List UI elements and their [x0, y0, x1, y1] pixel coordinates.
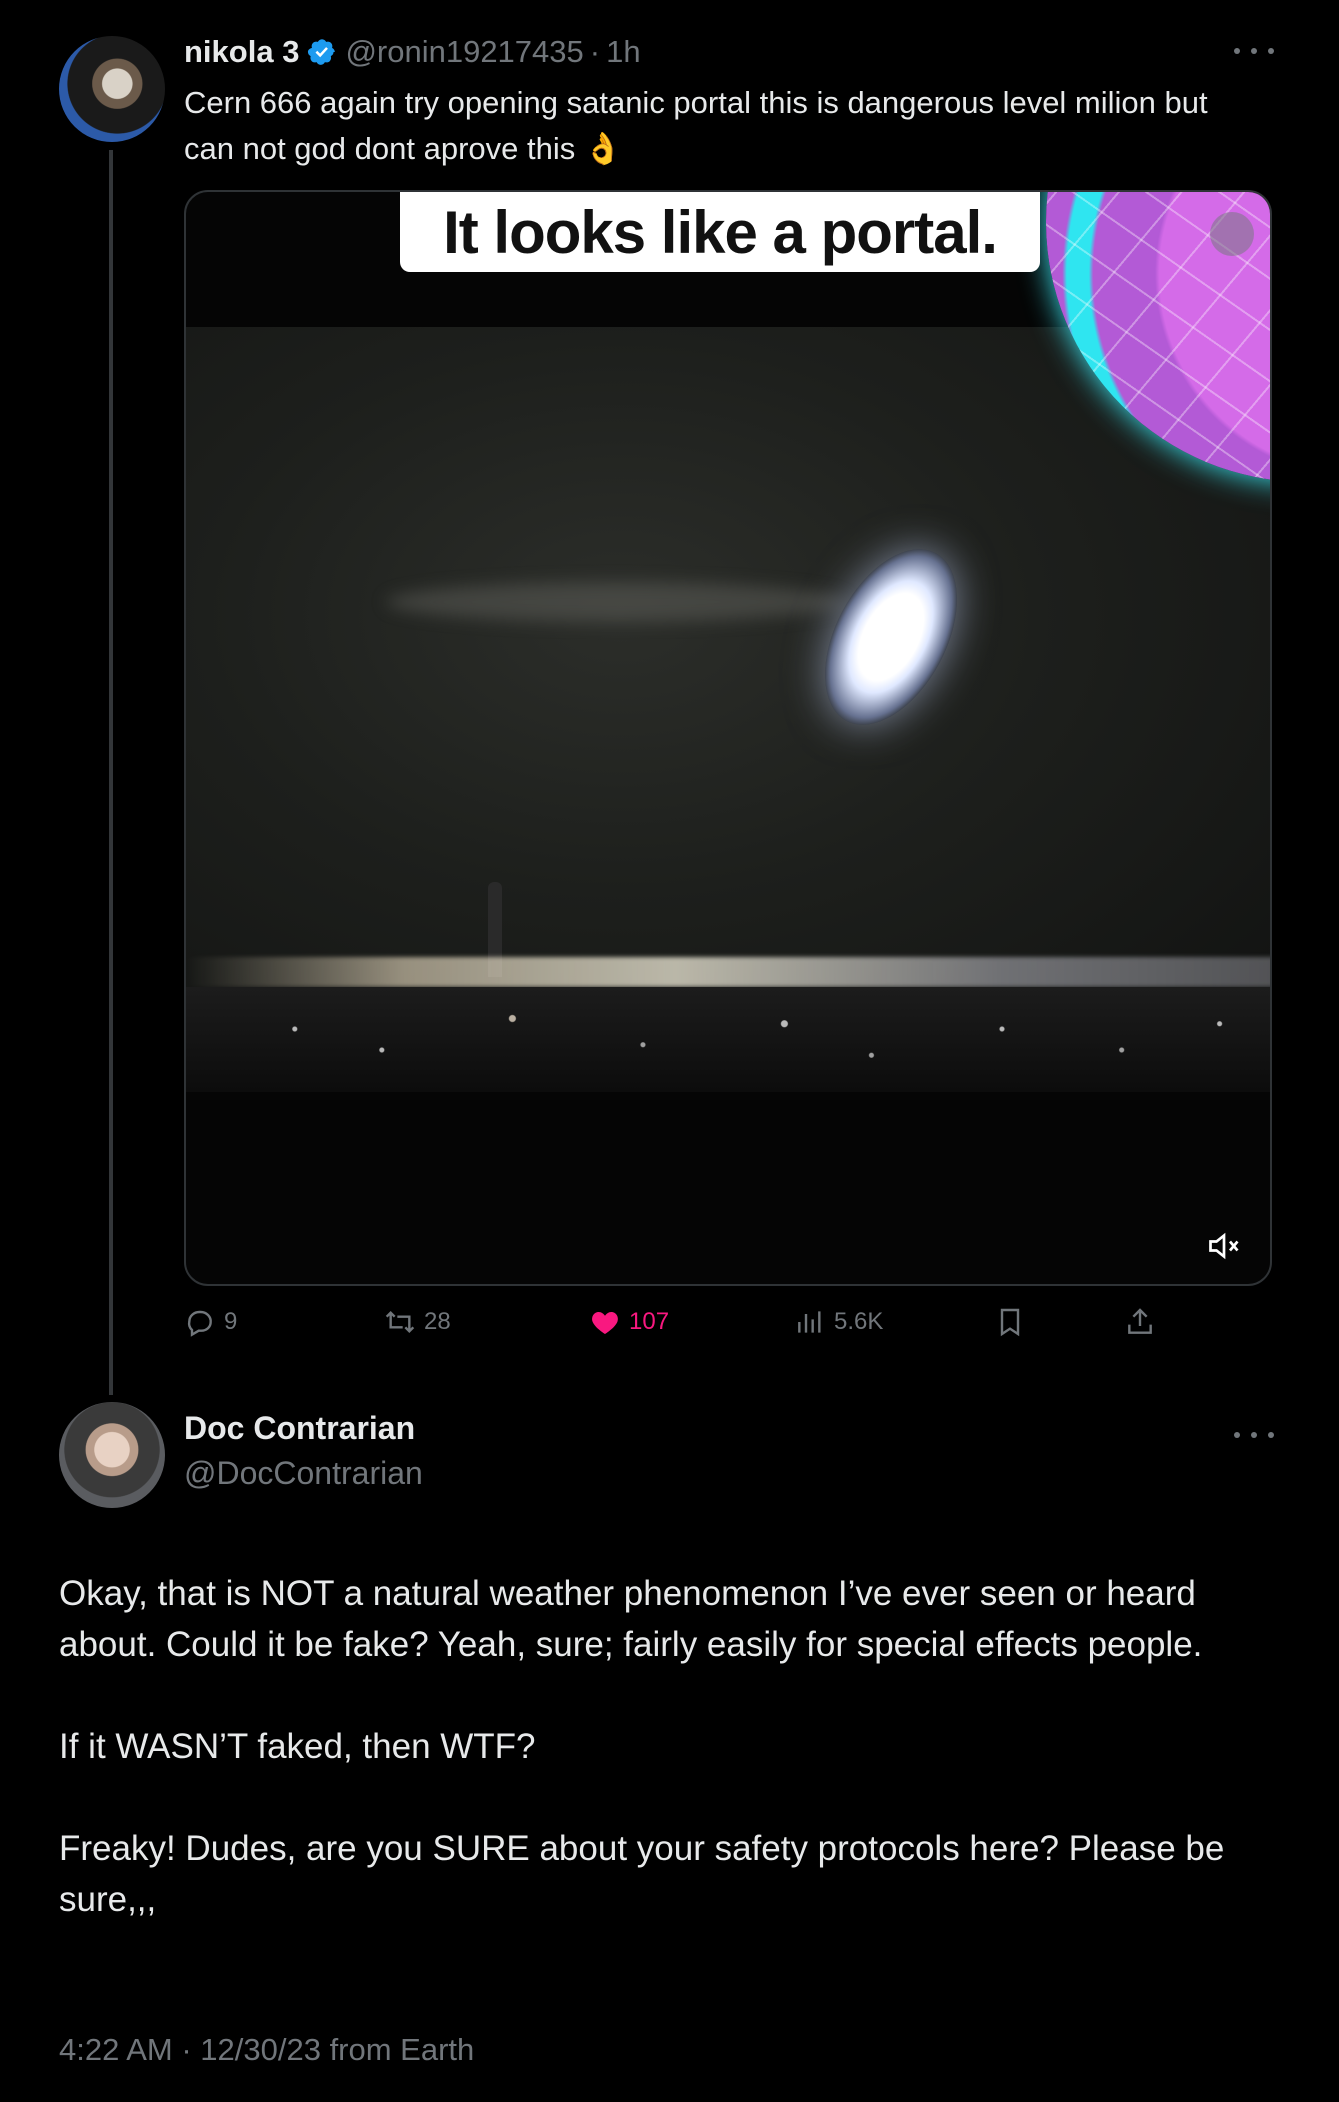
tweet-header: nikola 3 @ronin19217435 · 1h [184, 30, 641, 74]
bookmark-icon [1000, 1308, 1020, 1337]
reply-author-avatar[interactable] [59, 1402, 165, 1508]
retweet-button[interactable]: 28 [384, 1302, 451, 1342]
reply-author-name[interactable]: Doc Contrarian [184, 1410, 415, 1447]
more-options-icon[interactable] [1234, 44, 1274, 58]
reply-tweet-body: Okay, that is NOT a natural weather phen… [59, 1568, 1279, 1925]
views-button[interactable]: 5.6K [794, 1302, 883, 1342]
header-separator: · [589, 34, 601, 69]
original-tweet: nikola 3 @ronin19217435 · 1h Cern 666 ag… [0, 0, 1339, 1395]
tweet-timestamp[interactable]: 1h [606, 34, 640, 70]
reply-paragraph: Okay, that is NOT a natural weather phen… [59, 1574, 1203, 1664]
video-frame-sky [186, 327, 1270, 1047]
reply-icon [187, 1310, 212, 1337]
reply-paragraph: Freaky! Dudes, are you SURE about your s… [59, 1829, 1225, 1919]
share-button[interactable] [1124, 1302, 1156, 1342]
thread-connector-line [109, 150, 113, 1395]
author-handle[interactable]: @ronin19217435 [345, 34, 583, 70]
mute-icon[interactable] [1206, 1228, 1242, 1264]
video-caption-box: It looks like a portal. [400, 192, 1040, 272]
views-count: 5.6K [834, 1308, 884, 1335]
author-avatar[interactable] [59, 36, 165, 142]
video-frame-horizon [186, 957, 1270, 987]
verified-badge-icon [308, 39, 336, 65]
video-frame-cloud [386, 582, 846, 622]
like-button[interactable]: 107 [589, 1302, 669, 1342]
retweet-count: 28 [424, 1308, 451, 1335]
like-count: 107 [629, 1308, 670, 1335]
video-settings-icon[interactable] [1210, 212, 1254, 256]
reply-button[interactable]: 9 [184, 1302, 237, 1342]
tweet-text: Cern 666 again try opening satanic porta… [184, 85, 1208, 166]
reply-count: 9 [224, 1308, 238, 1335]
views-chart-icon [798, 1311, 821, 1333]
reply-timestamp-meta[interactable]: 4:22 AM · 12/30/23 from Earth [59, 2032, 474, 2068]
bookmark-button[interactable] [994, 1302, 1026, 1342]
video-caption-text: It looks like a portal. [443, 198, 998, 266]
heart-icon [592, 1312, 618, 1334]
retweet-icon [385, 1310, 415, 1334]
reply-author-handle[interactable]: @DocContrarian [184, 1455, 423, 1492]
video-frame-city-lights [186, 987, 1270, 1092]
reply-paragraph: If it WASN’T faked, then WTF? [59, 1727, 536, 1766]
reply-more-options-icon[interactable] [1234, 1428, 1274, 1442]
tweet-thread-page: nikola 3 @ronin19217435 · 1h Cern 666 ag… [0, 0, 1339, 2102]
share-icon [1128, 1308, 1152, 1334]
tweet-action-bar: 9 28 107 5.6K [184, 1302, 1184, 1342]
author-name[interactable]: nikola 3 [184, 34, 299, 70]
video-player[interactable]: It looks like a portal. [184, 190, 1272, 1286]
